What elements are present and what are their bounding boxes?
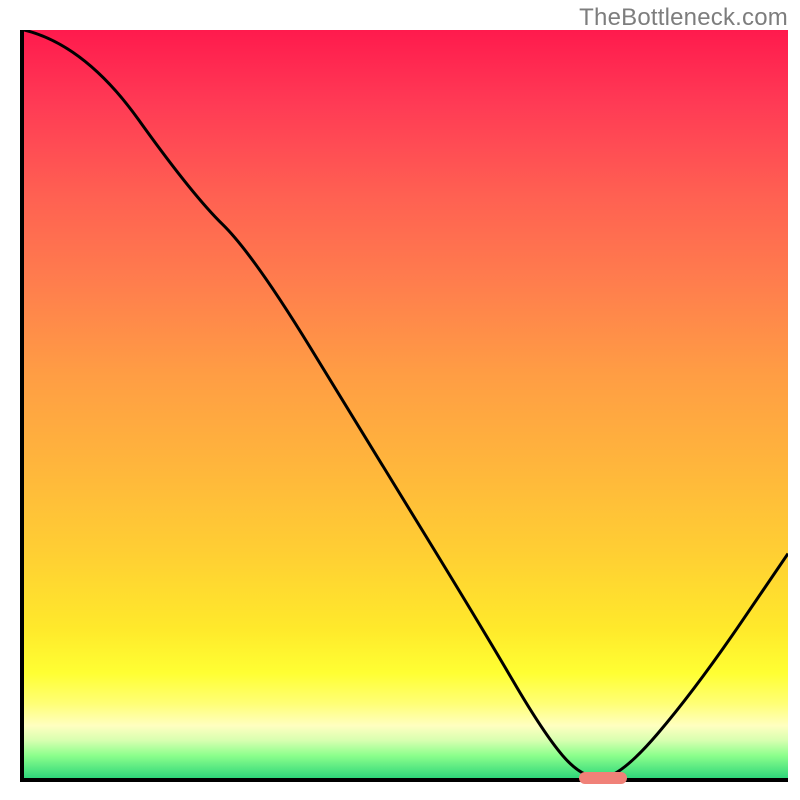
bottleneck-chart: TheBottleneck.com: [0, 0, 800, 800]
curve-path: [24, 30, 788, 778]
plot-area: [20, 30, 788, 782]
bottleneck-curve: [24, 30, 788, 778]
attribution-label: TheBottleneck.com: [579, 4, 788, 32]
optimum-range-marker: [579, 772, 626, 784]
